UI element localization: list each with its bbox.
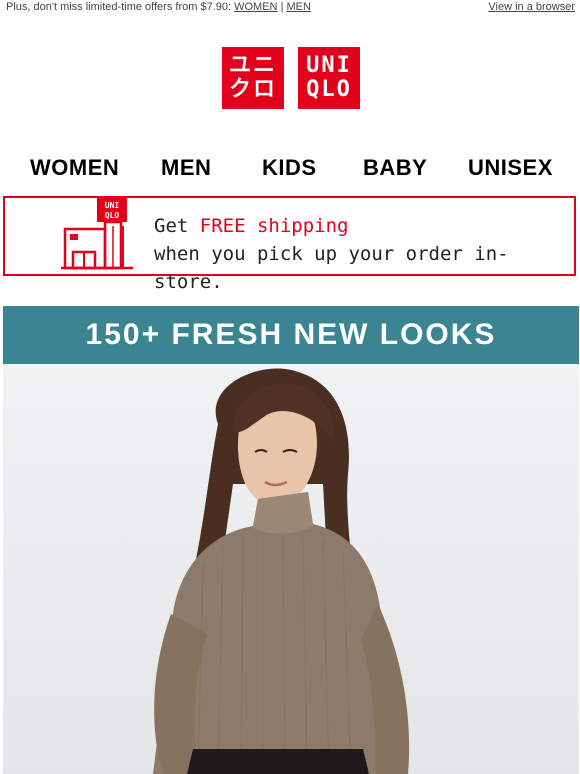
preheader-separator: | [280,1,284,13]
hero-image[interactable] [3,364,579,774]
hero-band[interactable]: 150+ FRESH NEW LOOKS [3,306,579,364]
shipping-get-label: Get [154,215,189,237]
shipping-line2: when you pick up your order in-store. [154,243,509,293]
logo-katakana-line2: クロ [228,77,277,102]
nav-women[interactable]: WOMEN [30,155,119,181]
store-icon-label-1: UNI [105,201,120,210]
logo-latin-line2: QLO [306,77,352,102]
category-nav: WOMEN MEN KIDS BABY UNISEX [0,155,580,185]
model-photo [3,364,579,774]
logo-katakana-line1: ユニ [228,53,277,78]
preheader-link-men[interactable]: MEN [286,1,310,13]
logo-latin-line1: UNI [306,53,352,78]
nav-kids[interactable]: KIDS [262,155,317,181]
preheader-link-women[interactable]: WOMEN [234,1,277,13]
logo-latin[interactable]: UNI QLO [298,47,360,109]
hero-title: 150+ FRESH NEW LOOKS [85,318,497,351]
shipping-message: Get FREE shipping when you pick up your … [154,212,574,296]
preheader-bar: Plus, don't miss limited-time offers fro… [0,0,580,16]
store-icon: UNI QLO [61,198,133,270]
preheader-text: Plus, don't miss limited-time offers fro… [6,1,232,13]
brand-logo[interactable]: ユニ クロ UNI QLO [222,47,360,109]
shipping-free-label: FREE shipping [199,215,349,237]
view-in-browser-link[interactable]: View in a browser [488,1,575,13]
nav-baby[interactable]: BABY [363,155,427,181]
nav-men[interactable]: MEN [161,155,211,181]
store-icon-label-2: QLO [105,211,120,220]
preheader-left: Plus, don't miss limited-time offers fro… [6,1,311,13]
free-shipping-banner[interactable]: UNI QLO Get FREE shipping when you pick … [3,196,576,293]
logo-katakana[interactable]: ユニ クロ [222,47,284,109]
nav-unisex[interactable]: UNISEX [468,155,553,181]
